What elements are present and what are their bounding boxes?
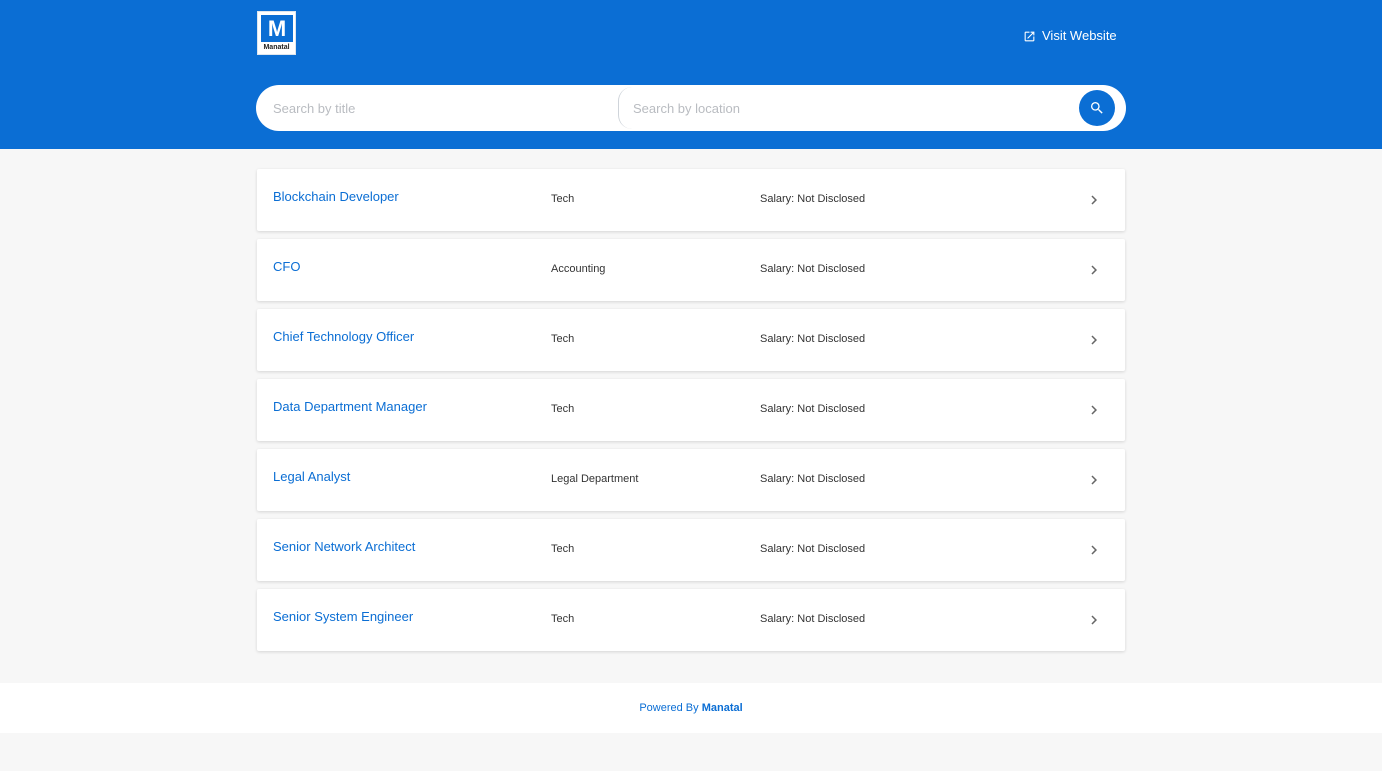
logo-letter: M bbox=[261, 15, 293, 42]
job-list: Blockchain Developer Tech Salary: Not Disc… bbox=[257, 169, 1125, 659]
job-salary: Salary: Not Disclosed bbox=[760, 543, 866, 555]
job-department: Tech bbox=[551, 403, 575, 415]
job-department: Tech bbox=[551, 193, 575, 205]
job-card[interactable]: Legal Analyst Legal Department Salary: Not… bbox=[257, 449, 1125, 511]
chevron-right-icon[interactable] bbox=[1085, 261, 1103, 279]
job-title-link[interactable]: Blockchain Developer bbox=[273, 189, 399, 205]
search-icon bbox=[1091, 102, 1103, 114]
job-salary: Salary: Not Disclosed bbox=[760, 403, 866, 415]
job-department: Tech bbox=[551, 333, 575, 345]
footer: Powered By Manatal bbox=[0, 683, 1382, 733]
external-link-icon bbox=[1024, 31, 1035, 41]
job-title-link[interactable]: Chief Technology Officer bbox=[273, 329, 414, 345]
job-card[interactable]: Senior Network Architect Tech Salary: Not … bbox=[257, 519, 1125, 581]
chevron-right-icon[interactable] bbox=[1085, 401, 1103, 419]
chevron-right-icon[interactable] bbox=[1085, 191, 1103, 209]
job-card[interactable]: Senior System Engineer Tech Salary: Not Di… bbox=[257, 589, 1125, 651]
job-title-link[interactable]: Senior System Engineer bbox=[273, 609, 413, 625]
job-department: Legal Department bbox=[551, 473, 639, 485]
job-card[interactable]: Chief Technology Officer Tech Salary: Not … bbox=[257, 309, 1125, 371]
visit-website-label: Visit Website bbox=[1042, 28, 1117, 43]
chevron-right-icon[interactable] bbox=[1085, 331, 1103, 349]
job-department: Accounting bbox=[551, 263, 606, 275]
job-salary: Salary: Not Disclosed bbox=[760, 193, 866, 205]
job-title-link[interactable]: Data Department Manager bbox=[273, 399, 427, 415]
manatal-logo[interactable]: M Manatal bbox=[257, 11, 296, 55]
job-department: Tech bbox=[551, 613, 575, 625]
search-bar bbox=[256, 85, 1126, 131]
search-button[interactable] bbox=[1079, 90, 1115, 126]
job-card[interactable]: CFO Accounting Salary: Not Disclosed bbox=[257, 239, 1125, 301]
search-location-input[interactable] bbox=[633, 85, 1073, 131]
job-title-link[interactable]: Legal Analyst bbox=[273, 469, 350, 485]
job-title-link[interactable]: Senior Network Architect bbox=[273, 539, 415, 555]
job-salary: Salary: Not Disclosed bbox=[760, 473, 866, 485]
chevron-right-icon[interactable] bbox=[1085, 471, 1103, 489]
job-salary: Salary: Not Disclosed bbox=[760, 333, 866, 345]
job-card[interactable]: Blockchain Developer Tech Salary: Not Disc… bbox=[257, 169, 1125, 231]
chevron-right-icon[interactable] bbox=[1085, 611, 1103, 629]
search-divider bbox=[618, 87, 632, 129]
job-salary: Salary: Not Disclosed bbox=[760, 263, 866, 275]
footer-brand-link[interactable]: Manatal bbox=[702, 702, 743, 714]
job-salary: Salary: Not Disclosed bbox=[760, 613, 866, 625]
job-title-link[interactable]: CFO bbox=[273, 259, 300, 275]
job-department: Tech bbox=[551, 543, 575, 555]
footer-prefix: Powered By bbox=[639, 702, 699, 714]
job-card[interactable]: Data Department Manager Tech Salary: Not D… bbox=[257, 379, 1125, 441]
search-title-input[interactable] bbox=[273, 85, 613, 131]
header: M Manatal Visit Website bbox=[0, 0, 1382, 149]
logo-wordmark: Manatal bbox=[263, 44, 290, 51]
visit-website-link[interactable]: Visit Website bbox=[1023, 27, 1117, 45]
chevron-right-icon[interactable] bbox=[1085, 541, 1103, 559]
